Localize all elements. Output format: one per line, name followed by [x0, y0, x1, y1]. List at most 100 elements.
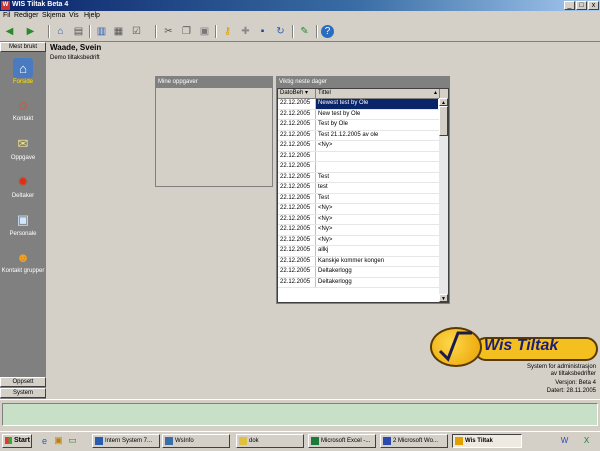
add-icon[interactable]: ✚ — [239, 25, 252, 38]
logo-icon — [430, 327, 482, 367]
print-icon[interactable]: ▤ — [72, 25, 85, 38]
start-label: Start — [14, 437, 30, 444]
sidebar-header[interactable]: Mest brukt — [0, 42, 46, 52]
column-header-datobeh[interactable]: DatoBeh ▾ — [278, 89, 316, 98]
start-button[interactable]: Start — [2, 434, 32, 448]
table-row[interactable]: 22.12.2005 <Ny> — [278, 204, 448, 215]
key-icon[interactable]: ⚷ — [221, 25, 234, 38]
cell-date: 22.12.2005 — [278, 277, 316, 287]
column-header-tittel[interactable]: Tittel ▴ — [316, 89, 440, 98]
menu-fil[interactable]: Fil — [3, 12, 10, 19]
sidebar: Mest brukt ⌂ Forside ☺ Kontakt ✉ Oppgave… — [0, 42, 46, 399]
logo-tagline-1: System for administrasjon — [526, 364, 596, 370]
vertical-scrollbar[interactable]: ▲ ▼ — [439, 98, 448, 302]
scroll-up-icon[interactable]: ▲ — [439, 98, 448, 106]
copy-icon[interactable]: ❐ — [180, 25, 193, 38]
cell-title: test — [318, 184, 328, 190]
minimize-button[interactable]: _ — [564, 1, 575, 10]
home-icon: ⌂ — [13, 58, 33, 78]
cell-date: 22.12.2005 — [278, 109, 316, 119]
scroll-down-icon[interactable]: ▼ — [439, 294, 448, 302]
menu-vis[interactable]: Vis — [69, 12, 79, 19]
contact-icon: ☺ — [16, 97, 30, 113]
help-icon[interactable]: ? — [321, 25, 334, 38]
refresh-icon[interactable]: ↻ — [274, 25, 287, 38]
desktop-icon[interactable]: ▭ — [66, 434, 79, 447]
task-excel[interactable]: Microsoft Excel -... — [308, 434, 376, 448]
grid-icon[interactable]: ▦ — [112, 25, 125, 38]
home-icon[interactable]: ⌂ — [54, 25, 67, 38]
task-word[interactable]: 2 Microsoft Wo... — [380, 434, 448, 448]
ie-icon[interactable]: e — [38, 434, 51, 447]
edit-icon[interactable]: ✎ — [298, 25, 311, 38]
cell-title: <Ny> — [318, 226, 333, 232]
task-wsinfo[interactable]: WsInfo — [162, 434, 230, 448]
save-icon[interactable]: ▪ — [256, 25, 269, 38]
table-row[interactable]: 22.12.2005 — [278, 162, 448, 173]
tasks-panel: Mine oppgaver — [155, 76, 273, 187]
forward-icon[interactable]: ▶ — [24, 25, 37, 38]
paste-icon[interactable]: ▣ — [198, 25, 211, 38]
scroll-thumb[interactable] — [439, 106, 448, 136]
table-row[interactable]: 22.12.2005 <Ny> — [278, 235, 448, 246]
menu-skjema[interactable]: Skjema — [42, 12, 65, 19]
table-row[interactable]: 22.12.2005 Test by Ole — [278, 120, 448, 131]
sidebar-item-kontakt-grupper[interactable]: ☻ Kontakt grupper — [0, 247, 46, 275]
cell-title — [316, 162, 438, 172]
logo-name: Wis Tiltak — [484, 337, 559, 354]
table-row[interactable]: 22.12.2005 Test — [278, 193, 448, 204]
layout-icon[interactable]: ▥ — [95, 25, 108, 38]
status-bar — [0, 399, 600, 432]
table-row[interactable]: 22.12.2005 Newest test by Ole — [278, 99, 448, 110]
cell-date: 22.12.2005 — [278, 204, 316, 214]
important-grid[interactable]: DatoBeh ▾ Tittel ▴ 22.12.2005 Newest test … — [277, 88, 449, 303]
tray-word-icon[interactable]: W — [558, 434, 571, 447]
sidebar-item-personale[interactable]: ▣ Personale — [0, 210, 46, 237]
sidebar-item-label: Personale — [9, 231, 37, 237]
sidebar-system[interactable]: System — [0, 388, 46, 398]
app-icon — [165, 437, 173, 445]
staff-icon: ▣ — [16, 212, 30, 227]
table-row[interactable]: 22.12.2005 Test 21.12.2005 av ole — [278, 130, 448, 141]
task-icon: ✉ — [17, 136, 29, 151]
folder-icon — [239, 437, 247, 445]
toolbar: ◀ ▶ ⌂ ▤ ▥ ▦ ☑ ✂ ❐ ▣ ⚷ ✚ ▪ ↻ ✎ ? — [0, 22, 600, 42]
table-row[interactable]: 22.12.2005 Deltakerlogg — [278, 267, 448, 278]
task-wis-tiltak[interactable]: Wis Tiltak — [452, 434, 522, 448]
task-intern-system[interactable]: Intern System 7... — [92, 434, 160, 448]
table-row[interactable]: 22.12.2005 allkj — [278, 246, 448, 257]
cell-title: New test by Ole — [318, 110, 361, 117]
tasks-panel-title: Mine oppgaver — [156, 77, 272, 88]
tray-excel-icon[interactable]: X — [580, 434, 593, 447]
table-row[interactable]: 22.12.2005 — [278, 151, 448, 162]
table-row[interactable]: 22.12.2005 <Ny> — [278, 141, 448, 152]
cell-date: 22.12.2005 — [278, 193, 316, 203]
menu-hjelp[interactable]: Hjelp — [84, 12, 100, 19]
table-row[interactable]: 22.12.2005 <Ny> — [278, 214, 448, 225]
maximize-button[interactable]: □ — [576, 1, 587, 10]
menu-rediger[interactable]: Rediger — [14, 12, 39, 19]
table-row[interactable]: 22.12.2005 test — [278, 183, 448, 194]
sidebar-item-forside[interactable]: ⌂ Forside — [0, 58, 46, 85]
sidebar-item-deltaker[interactable]: ✹ Deltaker — [0, 172, 46, 199]
sidebar-item-oppgave[interactable]: ✉ Oppgave — [0, 134, 46, 161]
back-icon[interactable]: ◀ — [3, 25, 16, 38]
table-row[interactable]: 22.12.2005 <Ny> — [278, 225, 448, 236]
app-icon — [455, 437, 463, 445]
sidebar-oppsett[interactable]: Oppsett — [0, 377, 46, 387]
check-icon[interactable]: ☑ — [130, 25, 143, 38]
date-text: Datert: 28.11.2005 — [546, 388, 596, 394]
table-row[interactable]: 22.12.2005 Test — [278, 172, 448, 183]
table-row[interactable]: 22.12.2005 Deltakerlogg — [278, 277, 448, 288]
task-dok[interactable]: dok — [236, 434, 304, 448]
cut-icon[interactable]: ✂ — [162, 25, 175, 38]
close-button[interactable]: x — [588, 1, 599, 10]
app-icon: W — [1, 1, 10, 10]
menu-bar: Fil Rediger Skjema Vis Hjelp — [0, 11, 600, 22]
cell-date: 22.12.2005 — [278, 141, 316, 151]
table-row[interactable]: 22.12.2005 Kanskje kommer kongen — [278, 256, 448, 267]
table-row[interactable]: 22.12.2005 New test by Ole — [278, 109, 448, 120]
cell-title: <Ny> — [318, 205, 333, 211]
explorer-icon[interactable]: ▣ — [52, 434, 65, 447]
sidebar-item-kontakt[interactable]: ☺ Kontakt — [0, 95, 46, 123]
